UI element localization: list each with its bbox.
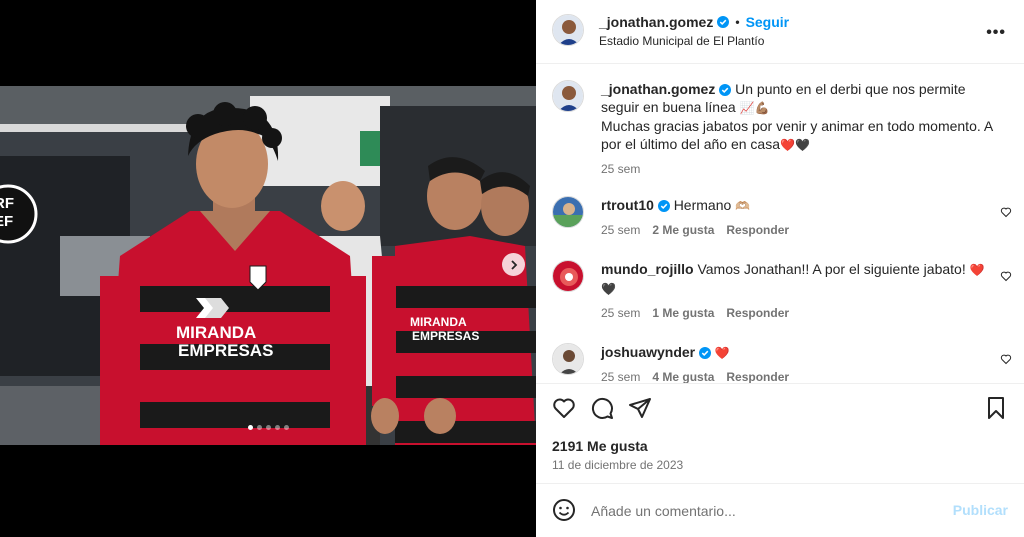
comment-username[interactable]: mundo_rojillo — [601, 261, 694, 277]
comment-username[interactable]: joshuawynder — [601, 344, 695, 360]
author-username[interactable]: _jonathan.gomez — [599, 14, 713, 30]
post-location[interactable]: Estadio Municipal de El Plantío — [599, 34, 764, 48]
verified-badge-icon — [719, 84, 732, 97]
header-user: _jonathan.gomez • Seguir — [599, 14, 789, 30]
comment-emoji: 🫶🏼 — [735, 199, 751, 213]
comment-text: Vamos Jonathan!! A por el siguiente jaba… — [697, 261, 966, 277]
like-comment-heart-icon[interactable] — [1000, 270, 1012, 282]
comment-time[interactable]: 25 sem — [601, 304, 640, 322]
more-options-button[interactable]: ••• — [986, 24, 1006, 42]
comment-username[interactable]: rtrout10 — [601, 197, 654, 213]
next-slide-button[interactable] — [502, 253, 525, 276]
comment-likes[interactable]: 4 Me gusta — [652, 368, 714, 383]
svg-text:MIRANDA: MIRANDA — [176, 323, 256, 342]
publish-button[interactable]: Publicar — [953, 502, 1008, 518]
comment-body: joshuawynder ❤️ 25 sem 4 Me gusta Respon… — [601, 343, 993, 383]
reply-button[interactable]: Responder — [726, 221, 789, 239]
comment-text: Hermano — [673, 197, 732, 213]
post-photo[interactable]: RF EF MIRANDA EMPRESAS — [0, 86, 536, 445]
comment-composer: Publicar — [536, 483, 1024, 537]
caption-username[interactable]: _jonathan.gomez — [601, 81, 715, 97]
separator-dot: • — [735, 15, 740, 29]
caption-emoji-2: ❤️🖤 — [780, 138, 810, 152]
caption-body: _jonathan.gomez Un punto en el derbi que… — [601, 80, 993, 178]
emoji-picker-icon[interactable] — [552, 498, 576, 522]
comments-list[interactable]: _jonathan.gomez Un punto en el derbi que… — [536, 65, 1024, 383]
reply-button[interactable]: Responder — [726, 368, 789, 383]
author-avatar[interactable] — [552, 80, 584, 112]
post-date[interactable]: 11 de diciembre de 2023 — [552, 458, 683, 472]
reply-button[interactable]: Responder — [726, 304, 789, 322]
verified-badge-icon — [699, 347, 712, 360]
svg-text:EMPRESAS: EMPRESAS — [178, 341, 273, 360]
chevron-right-icon — [510, 259, 517, 270]
svg-text:EMPRESAS: EMPRESAS — [412, 329, 479, 343]
share-paper-plane-icon[interactable] — [628, 396, 652, 420]
slide-dot — [265, 425, 271, 430]
svg-text:RF: RF — [0, 195, 14, 212]
post-panel: _jonathan.gomez • Seguir Estadio Municip… — [536, 0, 1024, 537]
like-comment-heart-icon[interactable] — [1000, 353, 1012, 365]
commenter-avatar[interactable] — [552, 260, 584, 292]
commenter-avatar[interactable] — [552, 343, 584, 375]
verified-badge-icon — [717, 16, 730, 28]
comment-bubble-icon[interactable] — [590, 396, 614, 420]
slide-dot — [274, 425, 280, 430]
shirt-sponsor-text: MIRANDA — [410, 315, 467, 329]
comment-time[interactable]: 25 sem — [601, 368, 640, 383]
comment-body: rtrout10 Hermano 🫶🏼 25 sem 2 Me gusta Re… — [601, 196, 993, 239]
comment-body: mundo_rojillo Vamos Jonathan!! A por el … — [601, 260, 993, 322]
slide-dot — [283, 425, 289, 430]
caption-time[interactable]: 25 sem — [601, 160, 640, 178]
slide-dot — [247, 425, 253, 430]
slide-dot — [256, 425, 262, 430]
likes-count[interactable]: 2191 Me gusta — [552, 438, 648, 454]
caption-emoji: 📈💪🏽 — [739, 101, 770, 115]
save-bookmark-icon[interactable] — [984, 396, 1008, 420]
post-media: RF EF MIRANDA EMPRESAS — [0, 0, 536, 537]
verified-badge-icon — [657, 200, 670, 213]
post-header: _jonathan.gomez • Seguir Estadio Municip… — [536, 0, 1024, 64]
add-comment-input[interactable] — [591, 500, 941, 522]
comment-time[interactable]: 25 sem — [601, 221, 640, 239]
svg-text:EF: EF — [0, 213, 13, 230]
commenter-avatar[interactable] — [552, 196, 584, 228]
slide-indicator — [0, 425, 536, 430]
author-avatar[interactable] — [552, 14, 584, 46]
follow-button[interactable]: Seguir — [746, 14, 790, 30]
comment-likes[interactable]: 2 Me gusta — [652, 221, 714, 239]
comment-likes[interactable]: 1 Me gusta — [652, 304, 714, 322]
more-horizontal-icon: ••• — [986, 24, 1006, 41]
like-comment-heart-icon[interactable] — [1000, 206, 1012, 218]
like-heart-icon[interactable] — [552, 396, 576, 420]
post-actions: 2191 Me gusta 11 de diciembre de 2023 — [536, 383, 1024, 483]
comment-emoji: ❤️ — [714, 346, 730, 360]
